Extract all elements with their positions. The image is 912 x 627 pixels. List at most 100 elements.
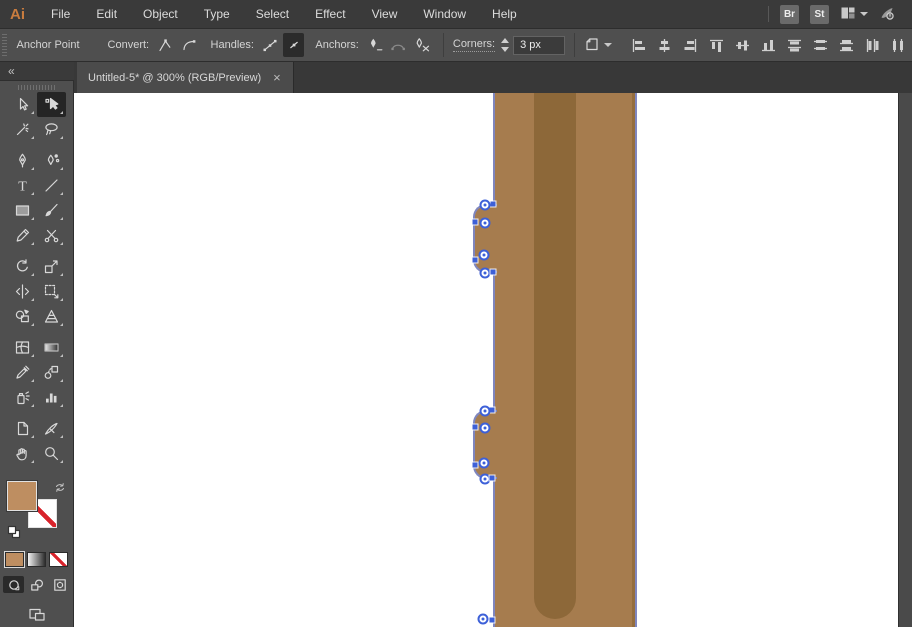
- swap-fill-stroke-icon[interactable]: [53, 480, 67, 499]
- perspective-grid-tool[interactable]: [37, 304, 66, 329]
- lasso-tool[interactable]: [37, 117, 66, 142]
- stepper-up-icon[interactable]: [501, 38, 509, 43]
- paintbrush-tool[interactable]: [37, 198, 66, 223]
- shape-builder-tool[interactable]: [8, 304, 37, 329]
- color-fill-button[interactable]: [5, 552, 24, 567]
- menu-window[interactable]: Window: [410, 0, 479, 28]
- scale-tool[interactable]: [37, 254, 66, 279]
- cut-path-button[interactable]: [411, 33, 433, 57]
- anchor-point[interactable]: [473, 463, 478, 468]
- magic-wand-tool[interactable]: [8, 117, 37, 142]
- vertical-align-top-button[interactable]: [704, 32, 730, 58]
- controlbar-grip[interactable]: [2, 34, 7, 56]
- menu-file[interactable]: File: [38, 0, 83, 28]
- corners-stepper[interactable]: [501, 38, 509, 52]
- remove-anchor-button[interactable]: [364, 33, 386, 57]
- anchor-point[interactable]: [473, 258, 478, 263]
- direct-selection-tool[interactable]: [37, 92, 66, 117]
- corners-input[interactable]: [513, 36, 565, 55]
- slice-tool[interactable]: [37, 416, 66, 441]
- default-colors-icon[interactable]: [7, 525, 21, 544]
- connect-anchors-button[interactable]: [388, 33, 410, 57]
- line-segment-tool[interactable]: [37, 173, 66, 198]
- menu-view[interactable]: View: [359, 0, 411, 28]
- vertical-distribute-bottom-button[interactable]: [834, 32, 860, 58]
- live-corner-widget[interactable]: [480, 423, 491, 434]
- zoom-tool[interactable]: [37, 441, 66, 466]
- selection-tool[interactable]: [8, 92, 37, 117]
- live-corner-widget[interactable]: [479, 250, 490, 261]
- screen-mode-button[interactable]: [28, 606, 46, 627]
- hand-tool[interactable]: [8, 441, 37, 466]
- eyedropper-tool[interactable]: [8, 360, 37, 385]
- shape-properties-button[interactable]: [584, 36, 612, 55]
- anchor-point[interactable]: [490, 476, 495, 481]
- anchor-point[interactable]: [490, 618, 495, 623]
- hide-handles-button[interactable]: [283, 33, 305, 57]
- gpu-performance-icon[interactable]: [879, 5, 896, 24]
- live-corner-widget[interactable]: [480, 268, 491, 279]
- blend-tool[interactable]: [37, 360, 66, 385]
- pencil-tool[interactable]: [8, 223, 37, 248]
- rotate-tool[interactable]: [8, 254, 37, 279]
- scissors-tool[interactable]: [37, 223, 66, 248]
- artboard-tool[interactable]: [8, 416, 37, 441]
- rectangle-tool[interactable]: [8, 198, 37, 223]
- fill-swatch[interactable]: [7, 481, 37, 511]
- gradient-tool[interactable]: [37, 335, 66, 360]
- toolbar-collapse-button[interactable]: «: [0, 62, 74, 80]
- path-bump-2[interactable]: [473, 410, 497, 479]
- selected-path-left-edge[interactable]: [493, 93, 495, 627]
- horizontal-distribute-center-button[interactable]: [886, 32, 912, 58]
- mesh-tool[interactable]: [8, 335, 37, 360]
- tab-close-icon[interactable]: ×: [273, 71, 281, 84]
- curvature-tool[interactable]: [37, 148, 66, 173]
- path-bump-1[interactable]: [473, 204, 497, 273]
- vertical-align-center-button[interactable]: [730, 32, 756, 58]
- vertical-distribute-center-button[interactable]: [808, 32, 834, 58]
- anchor-point[interactable]: [491, 270, 496, 275]
- anchor-point[interactable]: [473, 220, 478, 225]
- live-corner-widget[interactable]: [480, 406, 491, 417]
- column-graph-tool[interactable]: [37, 385, 66, 410]
- canvas[interactable]: [74, 93, 898, 627]
- vertical-align-bottom-button[interactable]: [756, 32, 782, 58]
- bridge-button[interactable]: Br: [780, 5, 799, 24]
- width-tool[interactable]: [8, 279, 37, 304]
- horizontal-align-center-button[interactable]: [652, 32, 678, 58]
- anchor-point[interactable]: [473, 425, 478, 430]
- selected-path-right-edge[interactable]: [635, 93, 637, 627]
- type-tool[interactable]: T: [8, 173, 37, 198]
- horizontal-distribute-left-button[interactable]: [860, 32, 886, 58]
- corners-link[interactable]: Corners:: [453, 38, 495, 52]
- menu-help[interactable]: Help: [479, 0, 530, 28]
- gradient-fill-button[interactable]: [27, 552, 46, 567]
- none-fill-button[interactable]: [49, 552, 68, 567]
- horizontal-align-left-button[interactable]: [626, 32, 652, 58]
- live-corner-widget[interactable]: [479, 458, 490, 469]
- free-transform-tool[interactable]: [37, 279, 66, 304]
- anchor-point[interactable]: [491, 202, 496, 207]
- toolbar-grip[interactable]: [18, 85, 56, 90]
- draw-behind-button[interactable]: [26, 576, 47, 593]
- menu-object[interactable]: Object: [130, 0, 191, 28]
- artwork-dark-stripe[interactable]: [534, 93, 576, 619]
- stepper-down-icon[interactable]: [501, 47, 509, 52]
- menu-select[interactable]: Select: [243, 0, 302, 28]
- pen-tool[interactable]: [8, 148, 37, 173]
- document-tab[interactable]: Untitled-5* @ 300% (RGB/Preview) ×: [77, 62, 294, 93]
- vertical-distribute-top-button[interactable]: [782, 32, 808, 58]
- live-corner-widget[interactable]: [478, 614, 489, 625]
- stock-button[interactable]: St: [810, 5, 829, 24]
- live-corner-widget[interactable]: [480, 200, 491, 211]
- convert-to-smooth-button[interactable]: [178, 33, 200, 57]
- menu-type[interactable]: Type: [191, 0, 243, 28]
- convert-to-corner-button[interactable]: [154, 33, 176, 57]
- menu-edit[interactable]: Edit: [83, 0, 130, 28]
- horizontal-align-right-button[interactable]: [678, 32, 704, 58]
- menu-effect[interactable]: Effect: [302, 0, 358, 28]
- workspace-switcher[interactable]: [840, 5, 868, 24]
- live-corner-widget[interactable]: [480, 218, 491, 229]
- symbol-sprayer-tool[interactable]: [8, 385, 37, 410]
- draw-normal-button[interactable]: [3, 576, 24, 593]
